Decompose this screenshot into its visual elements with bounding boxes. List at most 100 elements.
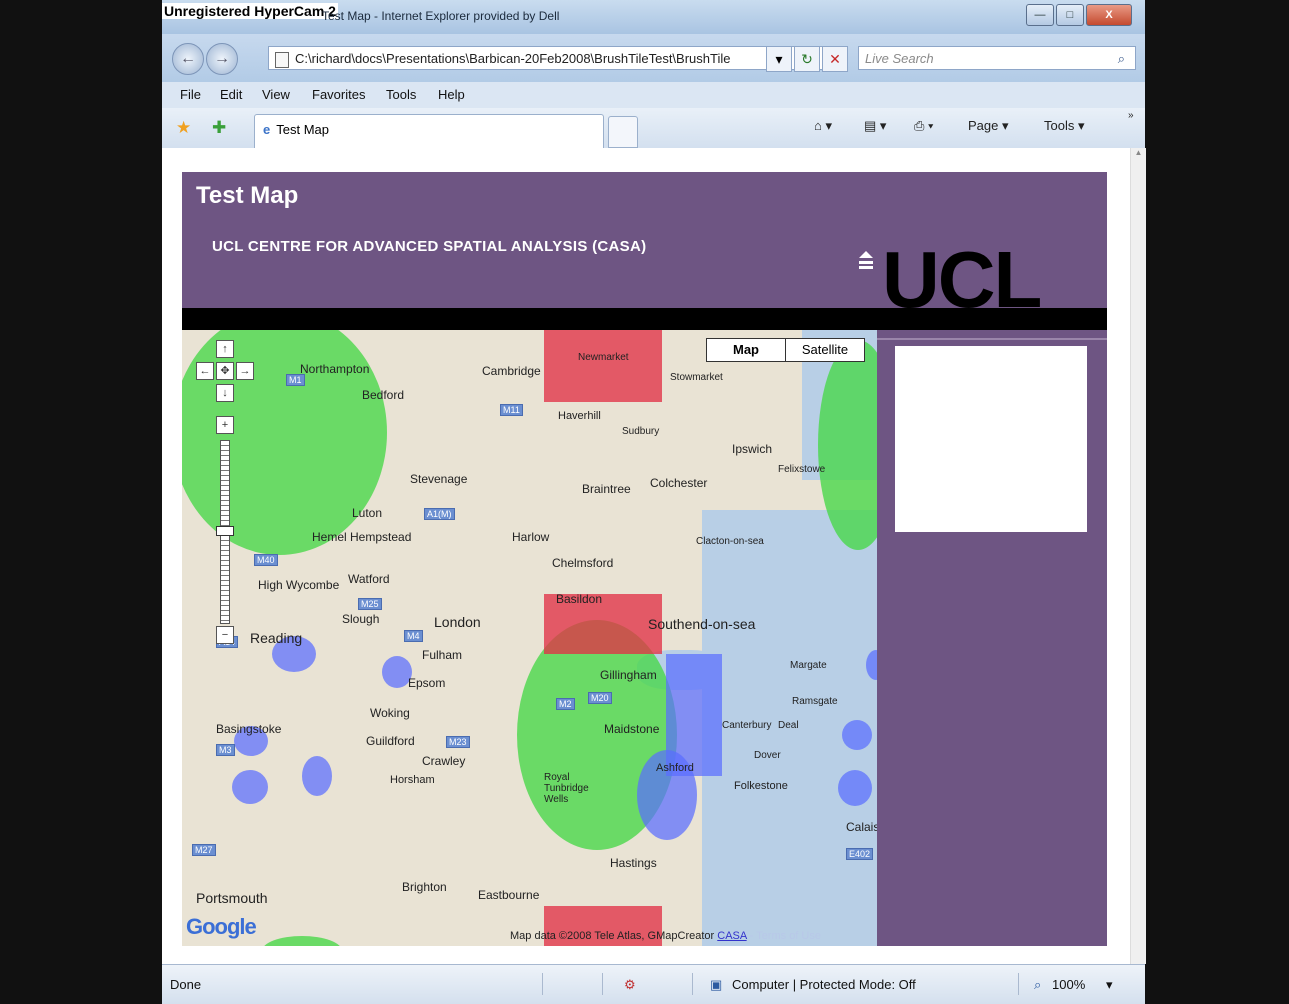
tools-menu[interactable]: Tools ▾ — [1044, 118, 1085, 134]
page-menu[interactable]: Page ▾ — [968, 118, 1009, 134]
minimize-button[interactable]: — — [1026, 4, 1054, 26]
road-shield: M4 — [404, 630, 423, 642]
place-label: Northampton — [300, 362, 370, 376]
add-favorites-icon[interactable]: ✚ — [212, 118, 226, 138]
pan-up-button[interactable]: ↑ — [216, 340, 234, 358]
road-shield: M23 — [446, 736, 470, 748]
vertical-scrollbar[interactable]: ▲ — [1130, 148, 1146, 964]
zoom-dropdown-icon[interactable]: ▾ — [1106, 977, 1113, 993]
menu-view[interactable]: View — [262, 87, 290, 102]
road-shield: M2 — [556, 698, 575, 710]
map-copyright: Map data ©2008 Tele Atlas, GMapCreator C… — [510, 930, 821, 942]
place-label: Southend-on-sea — [648, 616, 756, 632]
place-label: London — [434, 614, 481, 630]
zoom-in-button[interactable]: + — [216, 416, 234, 434]
place-label: Ipswich — [732, 442, 773, 456]
forward-button[interactable]: → — [206, 43, 238, 75]
place-label: Braintree — [582, 482, 631, 496]
place-label: Felixstowe — [778, 464, 826, 475]
place-label: Hastings — [610, 856, 657, 870]
menu-tools[interactable]: Tools — [386, 87, 416, 102]
page-content: Test Map UCL CENTRE FOR ADVANCED SPATIAL… — [162, 148, 1130, 964]
more-chevron-icon[interactable]: » — [1128, 110, 1134, 121]
map-type-satellite-button[interactable]: Satellite — [785, 339, 864, 361]
menu-help[interactable]: Help — [438, 87, 465, 102]
page-header: Test Map UCL CENTRE FOR ADVANCED SPATIAL… — [182, 172, 1107, 320]
blue-zone — [302, 756, 332, 796]
blue-zone — [232, 770, 268, 804]
menu-edit[interactable]: Edit — [220, 87, 242, 102]
tab-test-map[interactable]: e Test Map — [254, 114, 604, 148]
maximize-button[interactable]: □ — [1056, 4, 1084, 26]
hypercam-watermark: Unregistered HyperCam 2 — [162, 3, 338, 19]
pan-center-button[interactable]: ✥ — [216, 362, 234, 380]
protected-mode-text[interactable]: Computer | Protected Mode: Off — [732, 977, 916, 992]
status-divider — [542, 973, 543, 995]
stop-icon[interactable]: ✕ — [822, 46, 848, 72]
status-divider — [692, 973, 693, 995]
new-tab-button[interactable] — [608, 116, 638, 148]
zoom-level[interactable]: 100% — [1052, 977, 1085, 992]
side-panel — [877, 330, 1107, 946]
place-label: Stevenage — [410, 472, 468, 486]
place-label: Watford — [348, 572, 390, 586]
menu-file[interactable]: File — [180, 87, 201, 102]
place-label: Stowmarket — [670, 372, 723, 383]
terms-link[interactable]: - Terms of Use — [750, 930, 821, 942]
zoom-out-button[interactable]: − — [216, 626, 234, 644]
google-logo[interactable]: Google — [186, 914, 257, 940]
place-label: Luton — [352, 506, 383, 520]
menu-favorites[interactable]: Favorites — [312, 87, 365, 102]
print-icon[interactable]: ⎙ ▾ — [914, 118, 933, 134]
address-bar[interactable]: C:\richard\docs\Presentations\Barbican-2… — [268, 46, 848, 70]
place-label: Colchester — [650, 476, 708, 490]
pan-right-button[interactable]: → — [236, 362, 254, 380]
place-label: Royal Tunbridge Wells — [544, 772, 589, 805]
search-icon[interactable]: ⌕ — [1118, 47, 1125, 71]
map-canvas[interactable]: Northampton Bedford Cambridge Newmarket … — [182, 330, 877, 946]
place-label: Crawley — [422, 754, 466, 768]
place-label: Fulham — [422, 648, 463, 662]
road-shield: M40 — [254, 554, 278, 566]
map-type-map-button[interactable]: Map — [707, 339, 785, 361]
place-label: Basildon — [556, 592, 603, 606]
place-label: Eastbourne — [478, 888, 540, 902]
casa-link[interactable]: CASA — [717, 930, 746, 942]
place-label: Hemel Hempstead — [312, 530, 412, 544]
navigation-bar: ← → C:\richard\docs\Presentations\Barbic… — [162, 34, 1145, 82]
search-input[interactable]: Live Search ⌕ — [858, 46, 1136, 70]
place-label: Bedford — [362, 388, 405, 402]
place-label: Haverhill — [558, 410, 601, 422]
refresh-icon[interactable]: ↻ — [794, 46, 820, 72]
menu-bar: File Edit View Favorites Tools Help — [162, 82, 1145, 108]
place-label: Cambridge — [482, 364, 541, 378]
ie-page-icon: e — [263, 122, 271, 137]
road-shield: M3 — [216, 744, 235, 756]
place-label: Chelmsford — [552, 556, 614, 570]
feeds-icon[interactable]: ▤ ▾ — [864, 118, 886, 134]
home-icon[interactable]: ⌂ ▾ — [814, 118, 832, 134]
favorites-star-icon[interactable]: ★ — [176, 118, 191, 138]
close-window-button[interactable]: X — [1086, 4, 1132, 26]
zoom-slider-handle[interactable] — [216, 526, 234, 536]
page-icon — [275, 51, 289, 68]
status-text: Done — [170, 977, 202, 992]
address-dropdown-button[interactable]: ▾ — [766, 46, 792, 72]
place-label: Ramsgate — [792, 696, 838, 707]
place-label: Deal — [778, 720, 799, 731]
place-label: Folkestone — [734, 780, 788, 792]
back-button[interactable]: ← — [172, 43, 204, 75]
pan-left-button[interactable]: ← — [196, 362, 214, 380]
place-label: Dover — [754, 750, 781, 761]
pan-down-button[interactable]: ↓ — [216, 384, 234, 402]
ucl-portico-icon — [859, 251, 873, 269]
search-placeholder: Live Search — [865, 51, 934, 66]
road-shield: A1(M) — [424, 508, 455, 520]
panel-divider — [877, 338, 1107, 340]
place-label: Basingstoke — [216, 722, 282, 736]
blue-zone — [838, 770, 872, 806]
place-label: Canterbury — [722, 720, 772, 731]
road-shield: E402 — [846, 848, 874, 860]
security-icon[interactable]: ⚙ — [624, 977, 636, 993]
place-label: Horsham — [390, 774, 435, 786]
